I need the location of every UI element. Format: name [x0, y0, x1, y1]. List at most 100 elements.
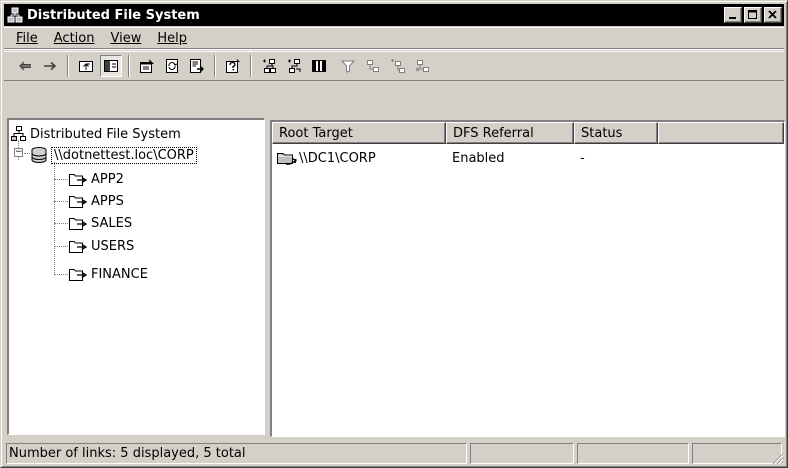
help-button[interactable]: [222, 55, 244, 77]
replication-button[interactable]: [362, 55, 384, 77]
new-link-button[interactable]: [283, 55, 305, 77]
refresh-icon: [166, 59, 178, 73]
title-bar[interactable]: Distributed File System: [4, 4, 784, 26]
column-label: Status: [581, 125, 623, 141]
tree-item-link[interactable]: FINANCE: [68, 263, 148, 285]
export-list-button[interactable]: [186, 55, 208, 77]
close-icon: [768, 10, 777, 19]
export-list-icon: [190, 59, 204, 73]
up-one-level-button[interactable]: [75, 55, 97, 77]
toolbar-separator: [214, 55, 216, 77]
show-status-button[interactable]: [308, 55, 330, 77]
tree-connector: [54, 179, 68, 180]
replication-icon: [367, 60, 379, 72]
tree-item-link[interactable]: APPS: [68, 190, 124, 212]
link-label: SALES: [91, 215, 133, 231]
column-header-dfs-referral[interactable]: DFS Referral: [446, 122, 574, 144]
status-bar: Number of links: 5 displayed, 5 total: [4, 441, 784, 465]
status-columns-icon: [312, 60, 326, 72]
dfs-link-icon: [69, 241, 88, 253]
menu-view[interactable]: View: [102, 31, 149, 46]
column-header-status[interactable]: Status: [574, 122, 658, 144]
maximize-button[interactable]: [744, 7, 762, 23]
dfs-link-icon: [69, 218, 88, 230]
shared-folder-target-icon: [277, 153, 297, 165]
minimize-icon: [729, 17, 736, 19]
maximize-icon: [748, 10, 757, 19]
column-header-root-target[interactable]: Root Target: [272, 122, 446, 144]
dfs-root-server-icon: [31, 147, 47, 163]
toolbar-separator: [250, 55, 252, 77]
forward-button[interactable]: [39, 55, 61, 77]
toolbar-separator: [67, 55, 69, 77]
tree-connector: [54, 274, 68, 275]
dfs-root-label: \\dotnettest.loc\CORP: [51, 146, 197, 164]
console-tree-icon: [104, 60, 118, 72]
link-label: USERS: [91, 238, 135, 254]
root-target-value: \\DC1\CORP: [299, 150, 376, 166]
details-list-pane[interactable]: Root Target DFS Referral Status \\DC1\CO…: [270, 120, 785, 437]
table-row[interactable]: \\DC1\CORP Enabled -: [272, 148, 782, 170]
dfs-link-icon: [69, 269, 88, 281]
new-root-button[interactable]: [258, 55, 280, 77]
back-arrow-icon: [19, 61, 31, 71]
link-label: FINANCE: [91, 266, 148, 282]
filter-button[interactable]: [337, 55, 359, 77]
tree-connector: [54, 201, 68, 202]
collapse-toggle[interactable]: −: [14, 148, 23, 157]
menu-file[interactable]: File: [4, 31, 46, 46]
tree-item-link[interactable]: APP2: [68, 168, 124, 190]
tree-item-dfs-namespace[interactable]: \\dotnettest.loc\CORP: [30, 144, 197, 166]
toolbar-separator: [128, 55, 130, 77]
close-button[interactable]: [764, 7, 782, 23]
column-label: Root Target: [279, 125, 353, 141]
menu-view-label: View: [110, 30, 142, 46]
dfs-app-icon: [7, 7, 23, 23]
toolbar: [4, 51, 784, 81]
cell-root-target: \\DC1\CORP: [276, 150, 376, 166]
up-folder-icon: [79, 61, 93, 72]
show-hide-tree-button[interactable]: [100, 55, 122, 77]
dfs-link-icon: [69, 174, 88, 186]
cell-dfs-referral: Enabled: [452, 151, 505, 166]
tree-connector: [54, 223, 68, 224]
minimize-button[interactable]: [724, 7, 742, 23]
remove-target-button[interactable]: [412, 55, 434, 77]
resize-grip-icon[interactable]: [772, 453, 784, 465]
back-button[interactable]: [14, 55, 36, 77]
tree-item-link[interactable]: USERS: [68, 235, 134, 257]
status-panel-3: [577, 443, 689, 464]
remove-target-icon: [415, 60, 429, 72]
list-header: Root Target DFS Referral Status: [272, 122, 784, 144]
console-tree-pane[interactable]: Distributed File System − \\dotnettest.l…: [7, 118, 265, 435]
new-link-icon: [288, 59, 301, 73]
menu-help-label: Help: [157, 30, 187, 46]
filter-icon: [340, 60, 356, 73]
forward-arrow-icon: [44, 61, 57, 71]
tree-item-dfs-root[interactable]: Distributed File System: [11, 123, 181, 145]
menu-file-label: File: [16, 30, 38, 46]
add-target-button[interactable]: [387, 55, 409, 77]
tree-root-label: Distributed File System: [30, 126, 181, 142]
dfs-link-icon: [69, 196, 88, 208]
dfs-tree-icon: [11, 126, 26, 141]
link-label: APPS: [91, 193, 124, 209]
add-target-icon: [391, 59, 405, 73]
new-root-icon: [263, 59, 276, 73]
menu-bar: File Action View Help: [4, 27, 784, 49]
dfs-window: Distributed File System File Action View…: [0, 0, 788, 468]
properties-icon: [140, 59, 154, 73]
cell-status: -: [580, 151, 585, 166]
window-title: Distributed File System: [27, 7, 200, 23]
tree-item-link[interactable]: SALES: [68, 212, 132, 234]
column-header-empty[interactable]: [658, 122, 784, 144]
menu-action[interactable]: Action: [46, 31, 103, 46]
menu-action-label: Action: [53, 30, 95, 46]
refresh-button[interactable]: [161, 55, 183, 77]
status-text: Number of links: 5 displayed, 5 total: [6, 443, 467, 464]
link-label: APP2: [91, 171, 124, 187]
status-panel-4: [692, 443, 782, 464]
column-label: DFS Referral: [453, 125, 534, 141]
properties-button[interactable]: [136, 55, 158, 77]
menu-help[interactable]: Help: [149, 31, 195, 46]
